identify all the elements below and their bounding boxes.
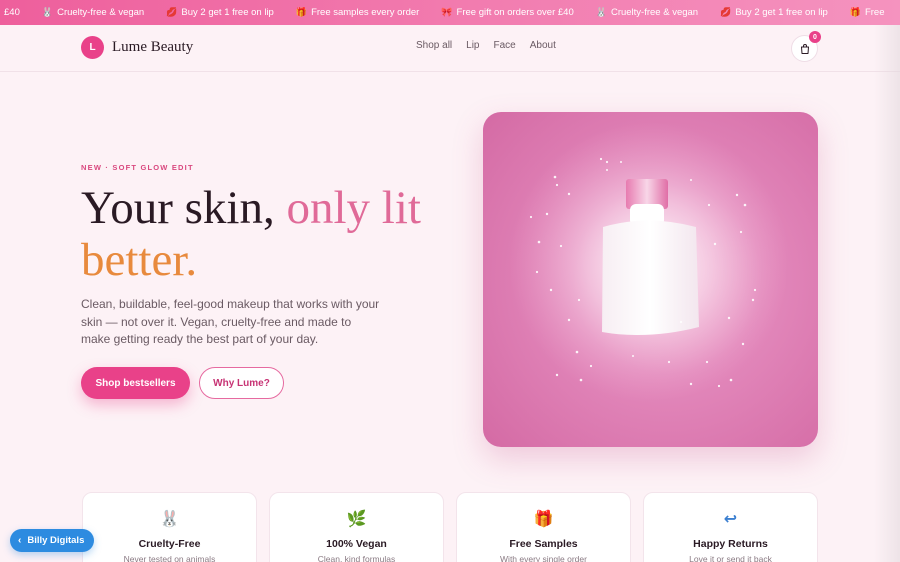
chevron-left-icon: ‹ — [18, 535, 22, 546]
feature-title: Happy Returns — [693, 538, 768, 550]
nav-link-about[interactable]: About — [530, 40, 556, 51]
why-lume-button[interactable]: Why Lume? — [199, 367, 284, 399]
feature-subtitle: With every single order — [500, 554, 587, 562]
feature-card-free-samples: 🎁 Free Samples With every single order — [456, 492, 631, 562]
nav-link-face[interactable]: Face — [494, 40, 516, 51]
site-header: L Lume Beauty Shop all Lip Face About 0 — [0, 25, 900, 72]
billy-digitals-chip[interactable]: ‹ Billy Digitals — [10, 529, 95, 552]
feature-card-cruelty-free: 🐰 Cruelty-Free Never tested on animals — [82, 492, 257, 562]
brand-logo[interactable]: L Lume Beauty — [81, 36, 193, 59]
promo-text: Buy 2 get 1 free on lip — [181, 7, 274, 18]
promo-text: £40 — [4, 7, 20, 18]
cart-count-badge: 0 — [809, 31, 821, 43]
headline-part-1: Your skin, — [81, 182, 287, 234]
return-icon: ↩ — [723, 511, 738, 528]
feature-title: 100% Vegan — [326, 538, 387, 550]
nav-link-shop-all[interactable]: Shop all — [416, 40, 452, 51]
logo-badge: L — [81, 36, 104, 59]
promo-text: Cruelty-free & vegan — [57, 7, 145, 18]
promo-item: 💋 Buy 2 get 1 free on lip — [720, 0, 828, 25]
cart-button[interactable]: 0 — [791, 31, 821, 62]
feature-subtitle: Clean, kind formulas — [317, 554, 396, 562]
shop-bestsellers-button[interactable]: Shop bestsellers — [81, 367, 190, 399]
main-nav: Shop all Lip Face About — [416, 40, 570, 51]
promo-text: Free samples every order — [311, 7, 420, 18]
headline-part-2: better. — [81, 234, 198, 286]
promo-text: Cruelty-free & vegan — [610, 7, 699, 18]
promo-item: 💋 Buy 2 get 1 free on lip — [166, 0, 274, 25]
promo-item: 🐰 Cruelty-free & vegan — [596, 0, 698, 25]
leaf-icon: 🌿 — [346, 511, 367, 528]
promo-item: 🎀 Free gift on orders over £40 — [441, 0, 573, 25]
feature-title: Cruelty-Free — [138, 538, 201, 550]
gift-icon: 🎁 — [849, 7, 861, 17]
shopping-bag-icon — [800, 43, 809, 54]
feature-title: Free Samples — [509, 538, 578, 550]
nav-link-lip[interactable]: Lip — [466, 40, 479, 51]
promo-text: Free — [864, 7, 885, 18]
bunny-icon: 🐰 — [595, 7, 607, 17]
promo-track: £40 🐰 Cruelty-free & vegan 💋 Buy 2 get 1 fre… — [4, 0, 900, 25]
lips-icon: 💋 — [166, 7, 178, 17]
feature-card-happy-returns: ↩ Happy Returns Love it or send it back — [643, 492, 818, 562]
promo-item: 🎁 Free — [850, 0, 885, 25]
right-edge-shadow — [874, 25, 900, 562]
gift-icon: 🎁 — [533, 511, 554, 528]
hero-eyebrow: NEW · SOFT GLOW EDIT — [81, 163, 194, 172]
hero-headline: Your skin, only lit better. — [81, 182, 481, 286]
promo-item: £40 — [4, 0, 20, 25]
bunny-icon: 🐰 — [159, 511, 180, 528]
brand-name: Lume Beauty — [112, 39, 194, 55]
bunny-icon: 🐰 — [41, 7, 54, 17]
promo-text: Buy 2 get 1 free on lip — [735, 7, 828, 18]
feature-subtitle: Love it or send it back — [689, 554, 772, 562]
promo-text: Free gift on orders over £40 — [456, 7, 574, 18]
promo-item: 🎁 Free samples every order — [296, 0, 419, 25]
hero-description: Clean, buildable, feel-good makeup that … — [81, 297, 380, 346]
headline-accent: only lit — [286, 182, 421, 234]
gift-icon: 🎁 — [295, 7, 308, 17]
ribbon-icon: 🎀 — [441, 7, 453, 17]
promo-item: 🐰 Cruelty-free & vegan — [42, 0, 144, 25]
promo-banner: £40 🐰 Cruelty-free & vegan 💋 Buy 2 get 1 fre… — [0, 0, 900, 25]
chip-label: Billy Digitals — [27, 535, 85, 546]
feature-subtitle: Never tested on animals — [123, 554, 216, 562]
feature-card-vegan: 🌿 100% Vegan Clean, kind formulas — [269, 492, 444, 562]
lips-icon: 💋 — [720, 7, 732, 17]
product-bottle-illustration — [509, 122, 789, 402]
hero-product-image — [483, 112, 818, 447]
